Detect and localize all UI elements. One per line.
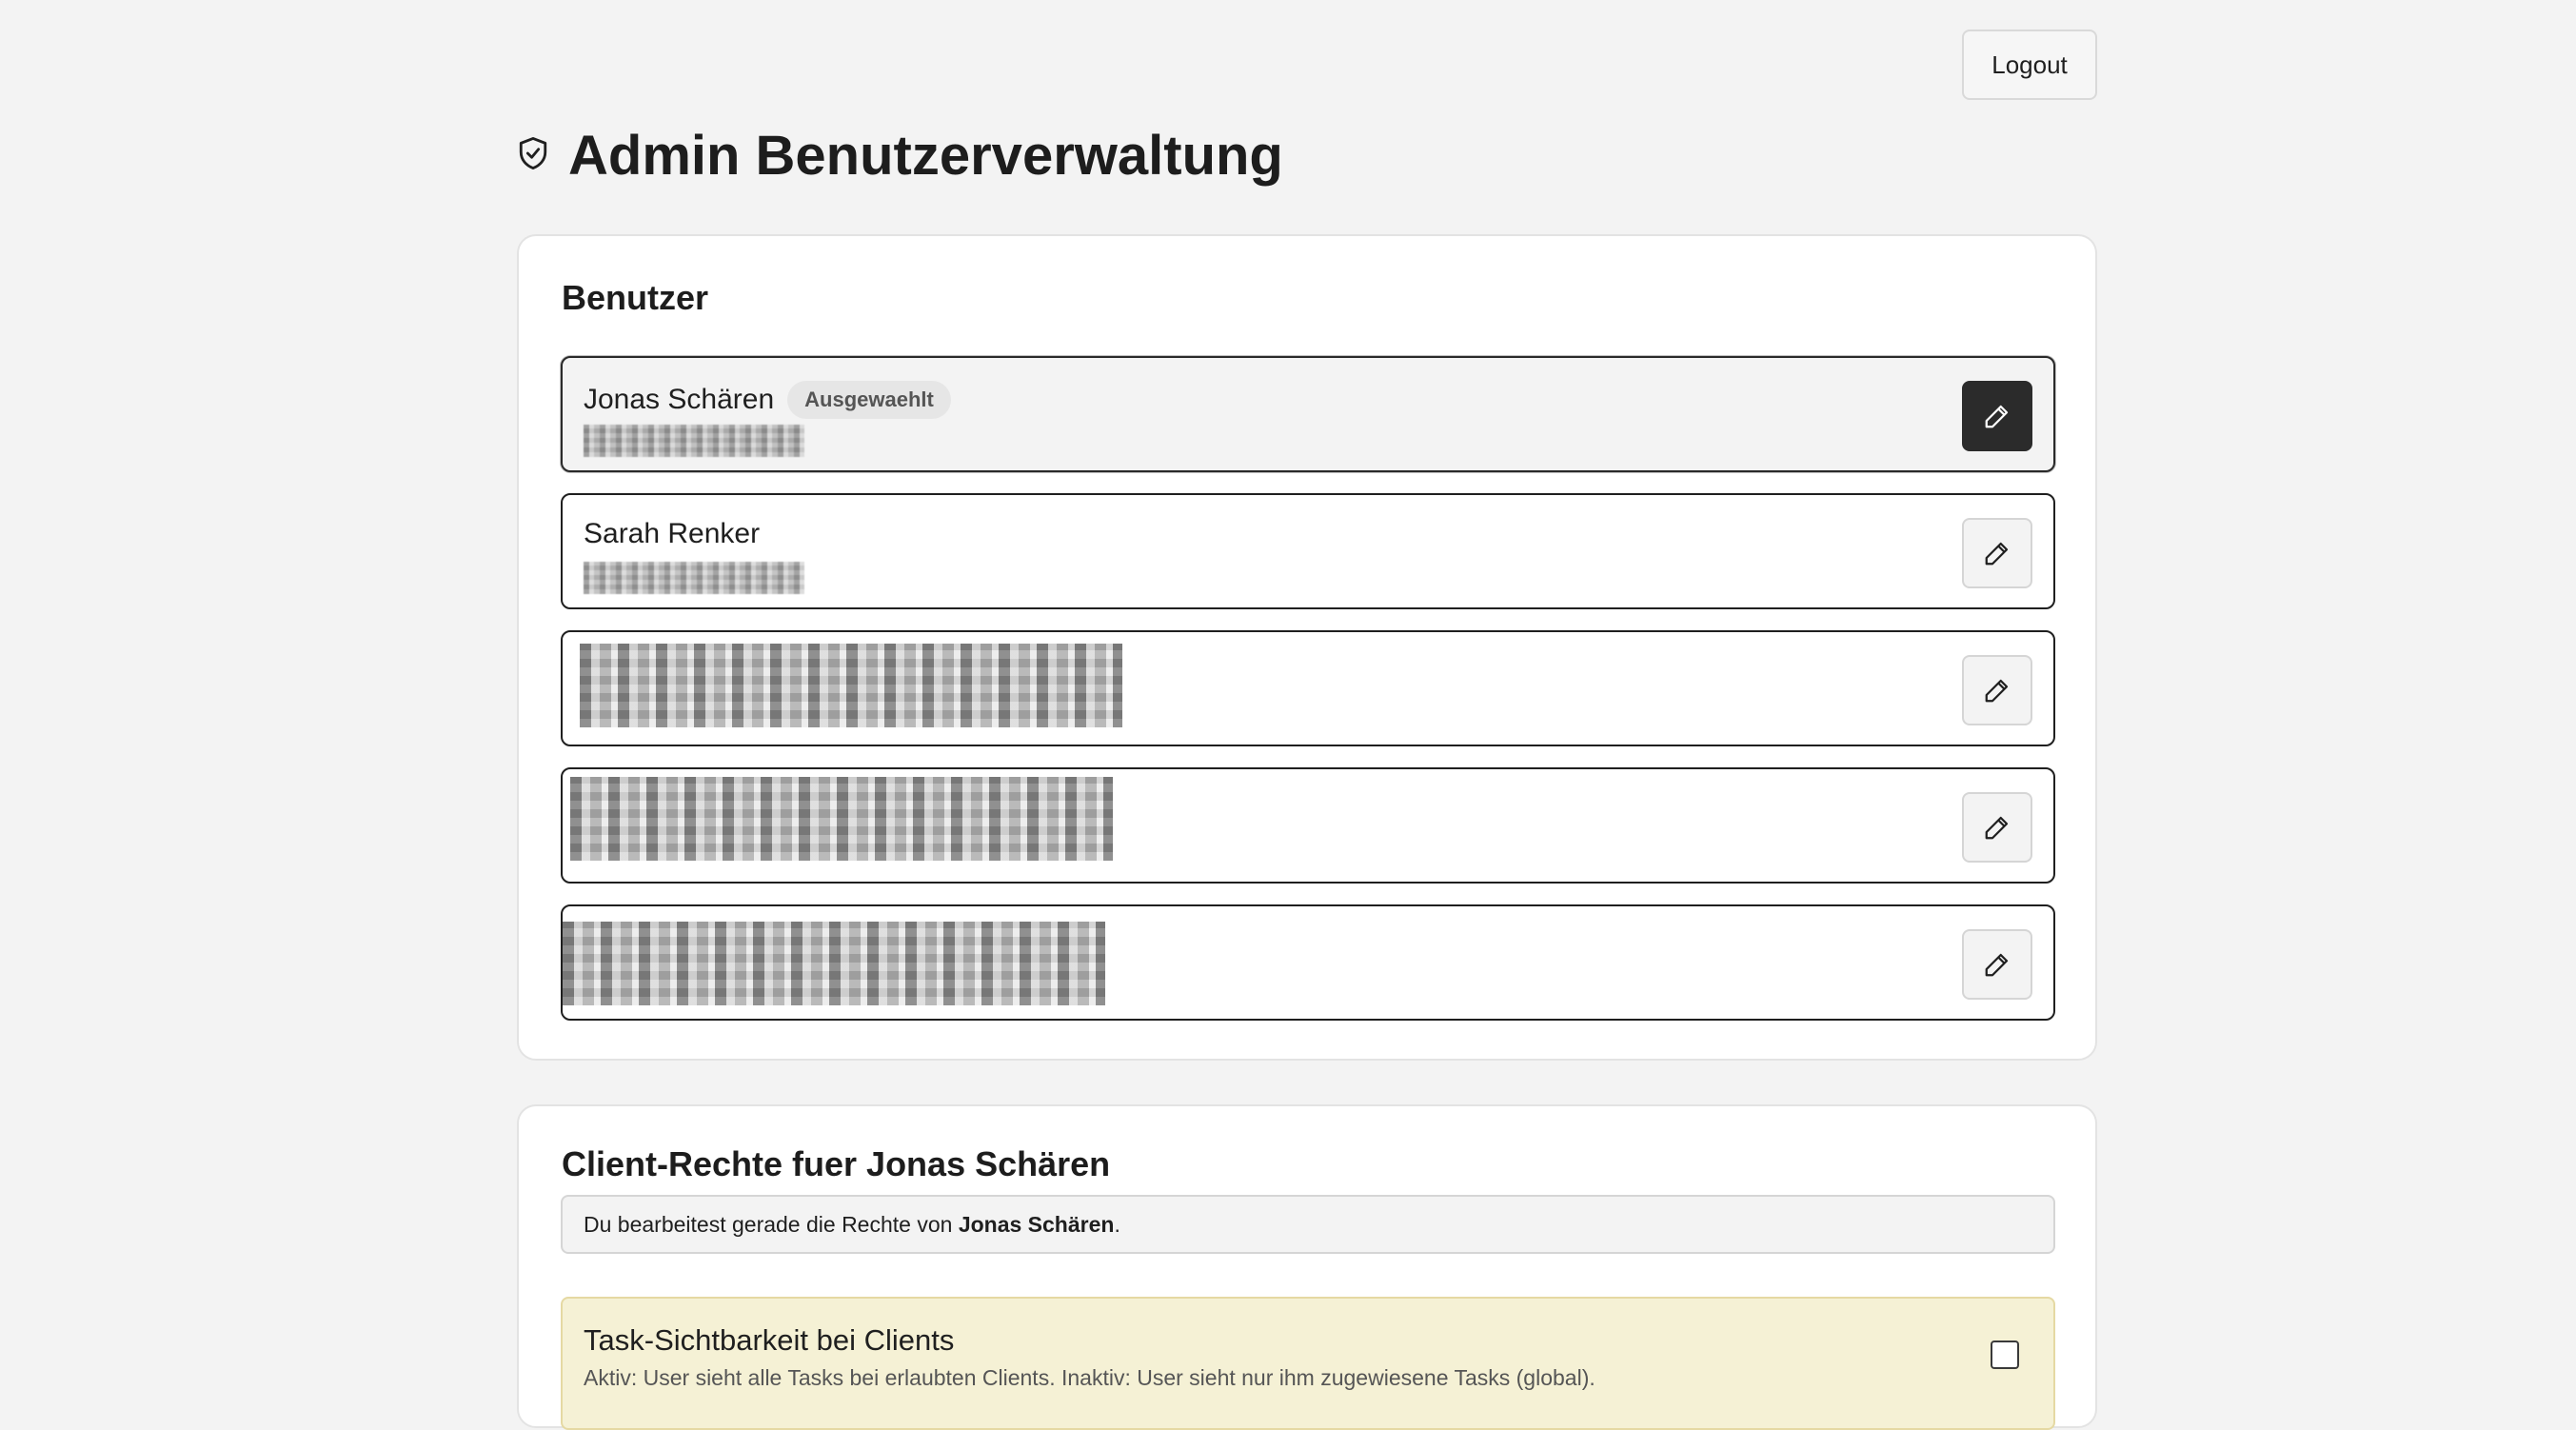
task-visibility-title: Task-Sichtbarkeit bei Clients: [584, 1323, 955, 1357]
logout-button[interactable]: Logout: [1962, 30, 2097, 100]
redacted-email: [584, 562, 804, 594]
pencil-icon: [1985, 405, 2009, 428]
task-visibility-description: Aktiv: User sieht alle Tasks bei erlaubt…: [584, 1365, 1595, 1390]
pencil-icon: [1985, 679, 2009, 703]
edit-user-button[interactable]: [1962, 381, 2032, 451]
pencil-icon: [1985, 816, 2009, 840]
edit-user-button[interactable]: [1962, 655, 2032, 725]
user-row[interactable]: [561, 767, 2055, 884]
edit-user-button[interactable]: [1962, 518, 2032, 588]
user-row[interactable]: [561, 630, 2055, 746]
info-prefix: Du bearbeitest gerade die Rechte von: [584, 1211, 953, 1237]
page-title: Admin Benutzerverwaltung: [568, 125, 1283, 187]
shield-check-icon: [517, 135, 549, 176]
user-row[interactable]: Jonas Schären Ausgewaehlt: [561, 356, 2055, 472]
info-user-name: Jonas Schären: [958, 1211, 1115, 1237]
client-rights-heading: Client-Rechte fuer Jonas Schären: [562, 1144, 1111, 1183]
selected-badge: Ausgewaehlt: [787, 381, 951, 419]
user-row[interactable]: [561, 904, 2055, 1021]
editing-info-box: Du bearbeitest gerade die Rechte von Jon…: [561, 1195, 2055, 1254]
page-header: Admin Benutzerverwaltung: [517, 124, 1283, 188]
edit-user-button[interactable]: [1962, 929, 2032, 1000]
users-card: Benutzer Jonas Schären Ausgewaehlt Sarah…: [517, 234, 2097, 1061]
task-visibility-checkbox[interactable]: [1991, 1341, 2019, 1369]
edit-user-button[interactable]: [1962, 792, 2032, 863]
task-visibility-setting: Task-Sichtbarkeit bei Clients Aktiv: Use…: [561, 1297, 2055, 1430]
client-rights-card: Client-Rechte fuer Jonas Schären Du bear…: [517, 1104, 2097, 1430]
user-name: Jonas Schären: [584, 384, 775, 415]
redacted-user-info: [570, 777, 1113, 861]
users-heading: Benutzer: [562, 278, 709, 317]
user-row[interactable]: Sarah Renker: [561, 493, 2055, 609]
user-name: Sarah Renker: [584, 518, 761, 549]
redacted-user-info: [563, 922, 1105, 1005]
pencil-icon: [1985, 953, 2009, 977]
redacted-email: [584, 425, 804, 457]
info-suffix: .: [1114, 1211, 1120, 1237]
redacted-user-info: [580, 644, 1122, 727]
pencil-icon: [1985, 542, 2009, 566]
